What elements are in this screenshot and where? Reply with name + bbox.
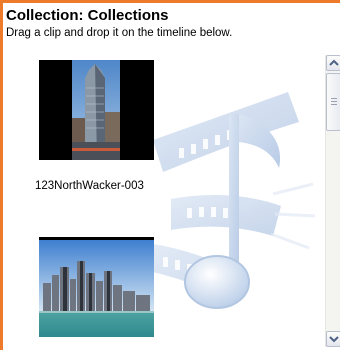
skyscraper-photo [39, 60, 154, 160]
scroll-up-button[interactable] [326, 55, 340, 71]
city-skyline-photo [39, 237, 154, 337]
clip-thumbnail[interactable] [39, 237, 154, 337]
scroll-down-button[interactable] [326, 331, 340, 347]
pane-instructions: Drag a clip and drop it on the timeline … [6, 27, 233, 39]
arrow-down-icon [329, 336, 339, 343]
clip-content-area: 123NorthWacker-003 [3, 44, 323, 347]
scroll-thumb[interactable] [326, 73, 340, 131]
clip-label: 123NorthWacker-003 [35, 180, 144, 192]
clip-thumbnail[interactable] [39, 60, 154, 160]
vertical-scrollbar[interactable] [325, 55, 340, 347]
pane-title: Collection: Collections [6, 7, 169, 24]
arrow-up-icon [329, 59, 339, 66]
